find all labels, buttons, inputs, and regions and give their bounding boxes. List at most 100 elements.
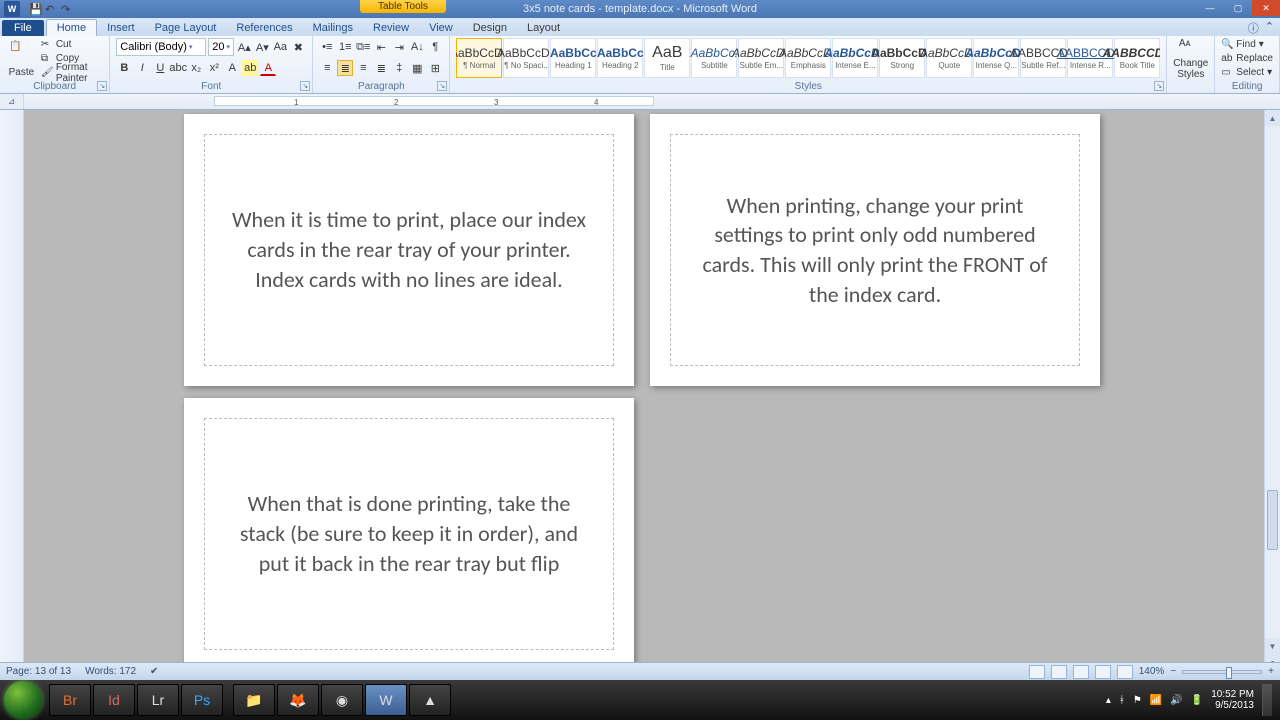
styles-dialog-launcher[interactable]: ↘: [1154, 81, 1164, 91]
document-canvas[interactable]: When it is time to print, place our inde…: [24, 110, 1264, 686]
multilevel-icon[interactable]: ⧉≡: [355, 39, 371, 55]
vertical-scrollbar[interactable]: ▲ ▼ ● ▾: [1264, 110, 1280, 686]
highlight-icon[interactable]: ab: [242, 60, 258, 76]
align-center-icon[interactable]: ≣: [337, 60, 353, 76]
cut-button[interactable]: ✂Cut: [41, 38, 103, 51]
paste-button[interactable]: 📋 Paste: [6, 38, 37, 80]
change-styles-button[interactable]: AᴀChange Styles: [1173, 38, 1208, 80]
ruler-corner[interactable]: ⊿: [0, 94, 24, 109]
tab-design[interactable]: Design: [463, 20, 517, 36]
style-book-title[interactable]: AABBCCDCBook Title: [1114, 38, 1160, 78]
page-indicator[interactable]: Page: 13 of 13: [6, 666, 71, 677]
view-web[interactable]: [1073, 665, 1089, 679]
align-right-icon[interactable]: ≡: [355, 60, 371, 76]
taskbar-vlc[interactable]: ▲: [409, 684, 451, 716]
style--normal[interactable]: AaBbCcDc¶ Normal: [456, 38, 502, 78]
style-strong[interactable]: AaBbCcDcStrong: [879, 38, 925, 78]
tray-icon[interactable]: ▴: [1106, 695, 1111, 706]
bold-button[interactable]: B: [116, 60, 132, 76]
italic-button[interactable]: I: [134, 60, 150, 76]
superscript-button[interactable]: x²: [206, 60, 222, 76]
shrink-font-icon[interactable]: A▾: [254, 39, 270, 55]
strike-button[interactable]: abc: [170, 60, 186, 76]
qat-redo-icon[interactable]: ↷: [60, 2, 74, 16]
style-heading-1[interactable]: AaBbCcHeading 1: [550, 38, 596, 78]
shading-icon[interactable]: ▦: [409, 60, 425, 76]
taskbar-word[interactable]: W: [365, 684, 407, 716]
taskbar-explorer[interactable]: 📁: [233, 684, 275, 716]
inc-indent-icon[interactable]: ⇥: [391, 39, 407, 55]
style--no-spaci-[interactable]: AaBbCcDc¶ No Spaci...: [503, 38, 549, 78]
line-spacing-icon[interactable]: ‡: [391, 60, 407, 76]
numbering-icon[interactable]: 1≡: [337, 39, 353, 55]
proofing-icon[interactable]: ✔: [150, 666, 158, 677]
word-count[interactable]: Words: 172: [85, 666, 136, 677]
taskbar-chrome[interactable]: ◉: [321, 684, 363, 716]
change-case-icon[interactable]: Aa: [272, 39, 288, 55]
clipboard-dialog-launcher[interactable]: ↘: [97, 81, 107, 91]
subscript-button[interactable]: x₂: [188, 60, 204, 76]
tray-bluetooth-icon[interactable]: ᚼ: [1119, 695, 1125, 706]
font-name-combo[interactable]: Calibri (Body): [116, 38, 206, 56]
taskbar-firefox[interactable]: 🦊: [277, 684, 319, 716]
clear-format-icon[interactable]: ✖: [290, 39, 306, 55]
borders-icon[interactable]: ⊞: [427, 60, 443, 76]
tab-review[interactable]: Review: [363, 20, 419, 36]
styles-gallery[interactable]: AaBbCcDc¶ NormalAaBbCcDc¶ No Spaci...AaB…: [456, 38, 1160, 80]
start-button[interactable]: [4, 681, 42, 719]
view-fullscreen[interactable]: [1051, 665, 1067, 679]
align-left-icon[interactable]: ≡: [319, 60, 335, 76]
dec-indent-icon[interactable]: ⇤: [373, 39, 389, 55]
find-button[interactable]: 🔍Find ▾: [1221, 38, 1273, 51]
qat-save-icon[interactable]: 💾: [28, 2, 42, 16]
style-subtitle[interactable]: AaBbCc.Subtitle: [691, 38, 737, 78]
taskbar-app[interactable]: Lr: [137, 684, 179, 716]
card-text[interactable]: When it is time to print, place our inde…: [229, 205, 589, 294]
sort-icon[interactable]: A↓: [409, 39, 425, 55]
zoom-slider[interactable]: [1182, 670, 1262, 674]
tray-volume-icon[interactable]: 🔊: [1170, 695, 1182, 706]
font-color-icon[interactable]: A: [260, 60, 276, 76]
close-button[interactable]: ✕: [1252, 0, 1280, 16]
index-card[interactable]: When printing, change your print setting…: [650, 114, 1100, 386]
vertical-ruler[interactable]: [0, 110, 24, 686]
tray-action-center-icon[interactable]: ⚑: [1133, 695, 1142, 706]
tray-clock[interactable]: 10:52 PM 9/5/2013: [1211, 689, 1254, 711]
show-marks-icon[interactable]: ¶: [427, 39, 443, 55]
text-effects-icon[interactable]: A: [224, 60, 240, 76]
format-painter-button[interactable]: 🖌Format Painter: [41, 66, 103, 79]
tab-mailings[interactable]: Mailings: [303, 20, 363, 36]
card-text[interactable]: When printing, change your print setting…: [695, 191, 1055, 310]
view-draft[interactable]: [1117, 665, 1133, 679]
zoom-out-icon[interactable]: −: [1170, 666, 1176, 677]
tab-view[interactable]: View: [419, 20, 463, 36]
index-card[interactable]: When that is done printing, take the sta…: [184, 398, 634, 670]
show-desktop-button[interactable]: [1262, 684, 1272, 716]
bullets-icon[interactable]: •≡: [319, 39, 335, 55]
select-button[interactable]: ▭Select ▾: [1221, 66, 1273, 79]
taskbar-app[interactable]: Br: [49, 684, 91, 716]
tab-references[interactable]: References: [226, 20, 302, 36]
card-text[interactable]: When that is done printing, take the sta…: [229, 489, 589, 578]
font-size-combo[interactable]: 20: [208, 38, 234, 56]
grow-font-icon[interactable]: A▴: [236, 39, 252, 55]
ribbon-help-icon[interactable]: ⌃: [1265, 20, 1274, 36]
zoom-level[interactable]: 140%: [1139, 666, 1165, 677]
index-card[interactable]: When it is time to print, place our inde…: [184, 114, 634, 386]
tray-network-icon[interactable]: 📶: [1150, 695, 1162, 706]
font-dialog-launcher[interactable]: ↘: [300, 81, 310, 91]
style-heading-2[interactable]: AaBbCcHeading 2: [597, 38, 643, 78]
qat-undo-icon[interactable]: ↶: [44, 2, 58, 16]
underline-button[interactable]: U: [152, 60, 168, 76]
ribbon-minimize-icon[interactable]: ⓘ: [1248, 20, 1259, 36]
zoom-in-icon[interactable]: +: [1268, 666, 1274, 677]
paragraph-dialog-launcher[interactable]: ↘: [437, 81, 447, 91]
replace-button[interactable]: abReplace: [1221, 52, 1273, 65]
maximize-button[interactable]: ▢: [1224, 0, 1252, 16]
scroll-down-icon[interactable]: ▼: [1265, 638, 1280, 654]
tab-home[interactable]: Home: [46, 19, 97, 36]
tab-insert[interactable]: Insert: [97, 20, 145, 36]
style-title[interactable]: AaBTitle: [644, 38, 690, 78]
tab-layout[interactable]: Layout: [517, 20, 570, 36]
taskbar-app[interactable]: Ps: [181, 684, 223, 716]
